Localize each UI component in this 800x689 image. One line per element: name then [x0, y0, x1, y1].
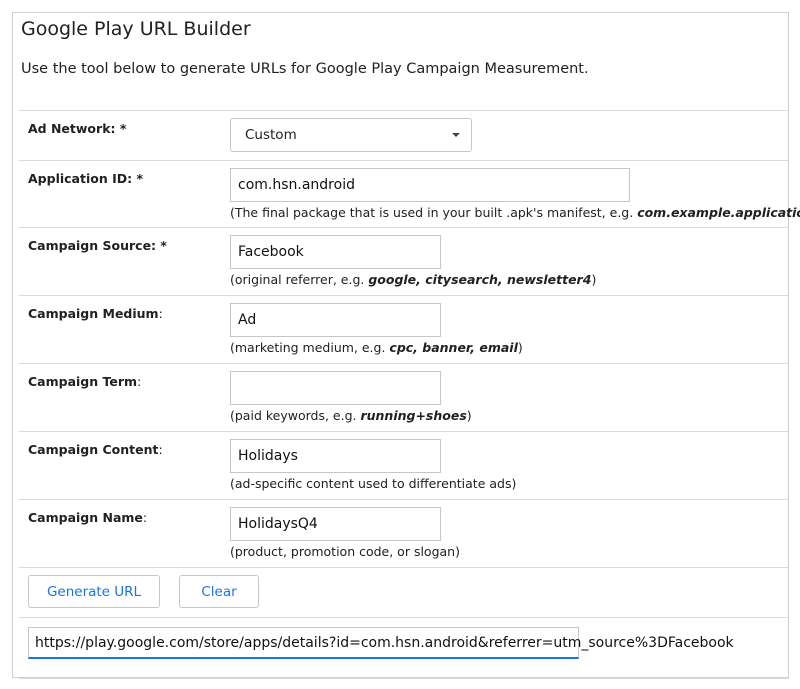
campaign-content-label: Campaign Content:: [28, 442, 163, 457]
campaign-name-input[interactable]: HolidaysQ4: [230, 507, 441, 541]
row-application-id: Application ID: * com.hsn.android (The f…: [19, 160, 800, 227]
url-builder-panel: Google Play URL Builder Use the tool bel…: [12, 12, 800, 679]
campaign-source-hint: (original referrer, e.g. google, citysea…: [230, 272, 597, 287]
ad-network-label: Ad Network: *: [28, 121, 127, 136]
campaign-term-input[interactable]: [230, 371, 441, 405]
generate-url-button[interactable]: Generate URL: [28, 575, 160, 608]
application-id-label: Application ID: *: [28, 171, 143, 186]
campaign-medium-label: Campaign Medium:: [28, 306, 163, 321]
row-campaign-term: Campaign Term: (paid keywords, e.g. runn…: [19, 363, 789, 431]
generated-url-output[interactable]: https://play.google.com/store/apps/detai…: [28, 627, 734, 659]
campaign-content-hint: (ad-specific content used to differentia…: [230, 476, 517, 491]
application-id-hint: (The final package that is used in your …: [230, 205, 800, 220]
builder-form: Ad Network: * Custom Application ID: * c…: [19, 110, 800, 679]
campaign-medium-hint: (marketing medium, e.g. cpc, banner, ema…: [230, 340, 523, 355]
application-id-input[interactable]: com.hsn.android: [230, 168, 630, 202]
campaign-source-input[interactable]: Facebook: [230, 235, 441, 269]
row-campaign-content: Campaign Content: Holidays (ad-specific …: [19, 431, 789, 499]
ad-network-select[interactable]: Custom: [230, 118, 472, 152]
row-campaign-medium: Campaign Medium: Ad (marketing medium, e…: [19, 295, 789, 363]
ad-network-selected-value: Custom: [245, 127, 297, 143]
page-title: Google Play URL Builder: [21, 18, 251, 40]
campaign-term-hint: (paid keywords, e.g. running+shoes): [230, 408, 472, 423]
campaign-name-label: Campaign Name:: [28, 510, 148, 525]
row-ad-network: Ad Network: * Custom: [19, 110, 789, 160]
row-actions: Generate URL Clear: [19, 567, 789, 617]
campaign-source-label: Campaign Source: *: [28, 238, 167, 253]
caret-down-icon: [452, 133, 460, 137]
campaign-term-label: Campaign Term:: [28, 374, 142, 389]
campaign-name-hint: (product, promotion code, or slogan): [230, 544, 460, 559]
campaign-content-input[interactable]: Holidays: [230, 439, 441, 473]
campaign-medium-input[interactable]: Ad: [230, 303, 441, 337]
row-campaign-name: Campaign Name: HolidaysQ4 (product, prom…: [19, 499, 789, 567]
page-subtitle: Use the tool below to generate URLs for …: [21, 61, 589, 77]
row-campaign-source: Campaign Source: * Facebook (original re…: [19, 227, 789, 295]
row-output: https://play.google.com/store/apps/detai…: [19, 617, 789, 679]
clear-button[interactable]: Clear: [179, 575, 259, 608]
